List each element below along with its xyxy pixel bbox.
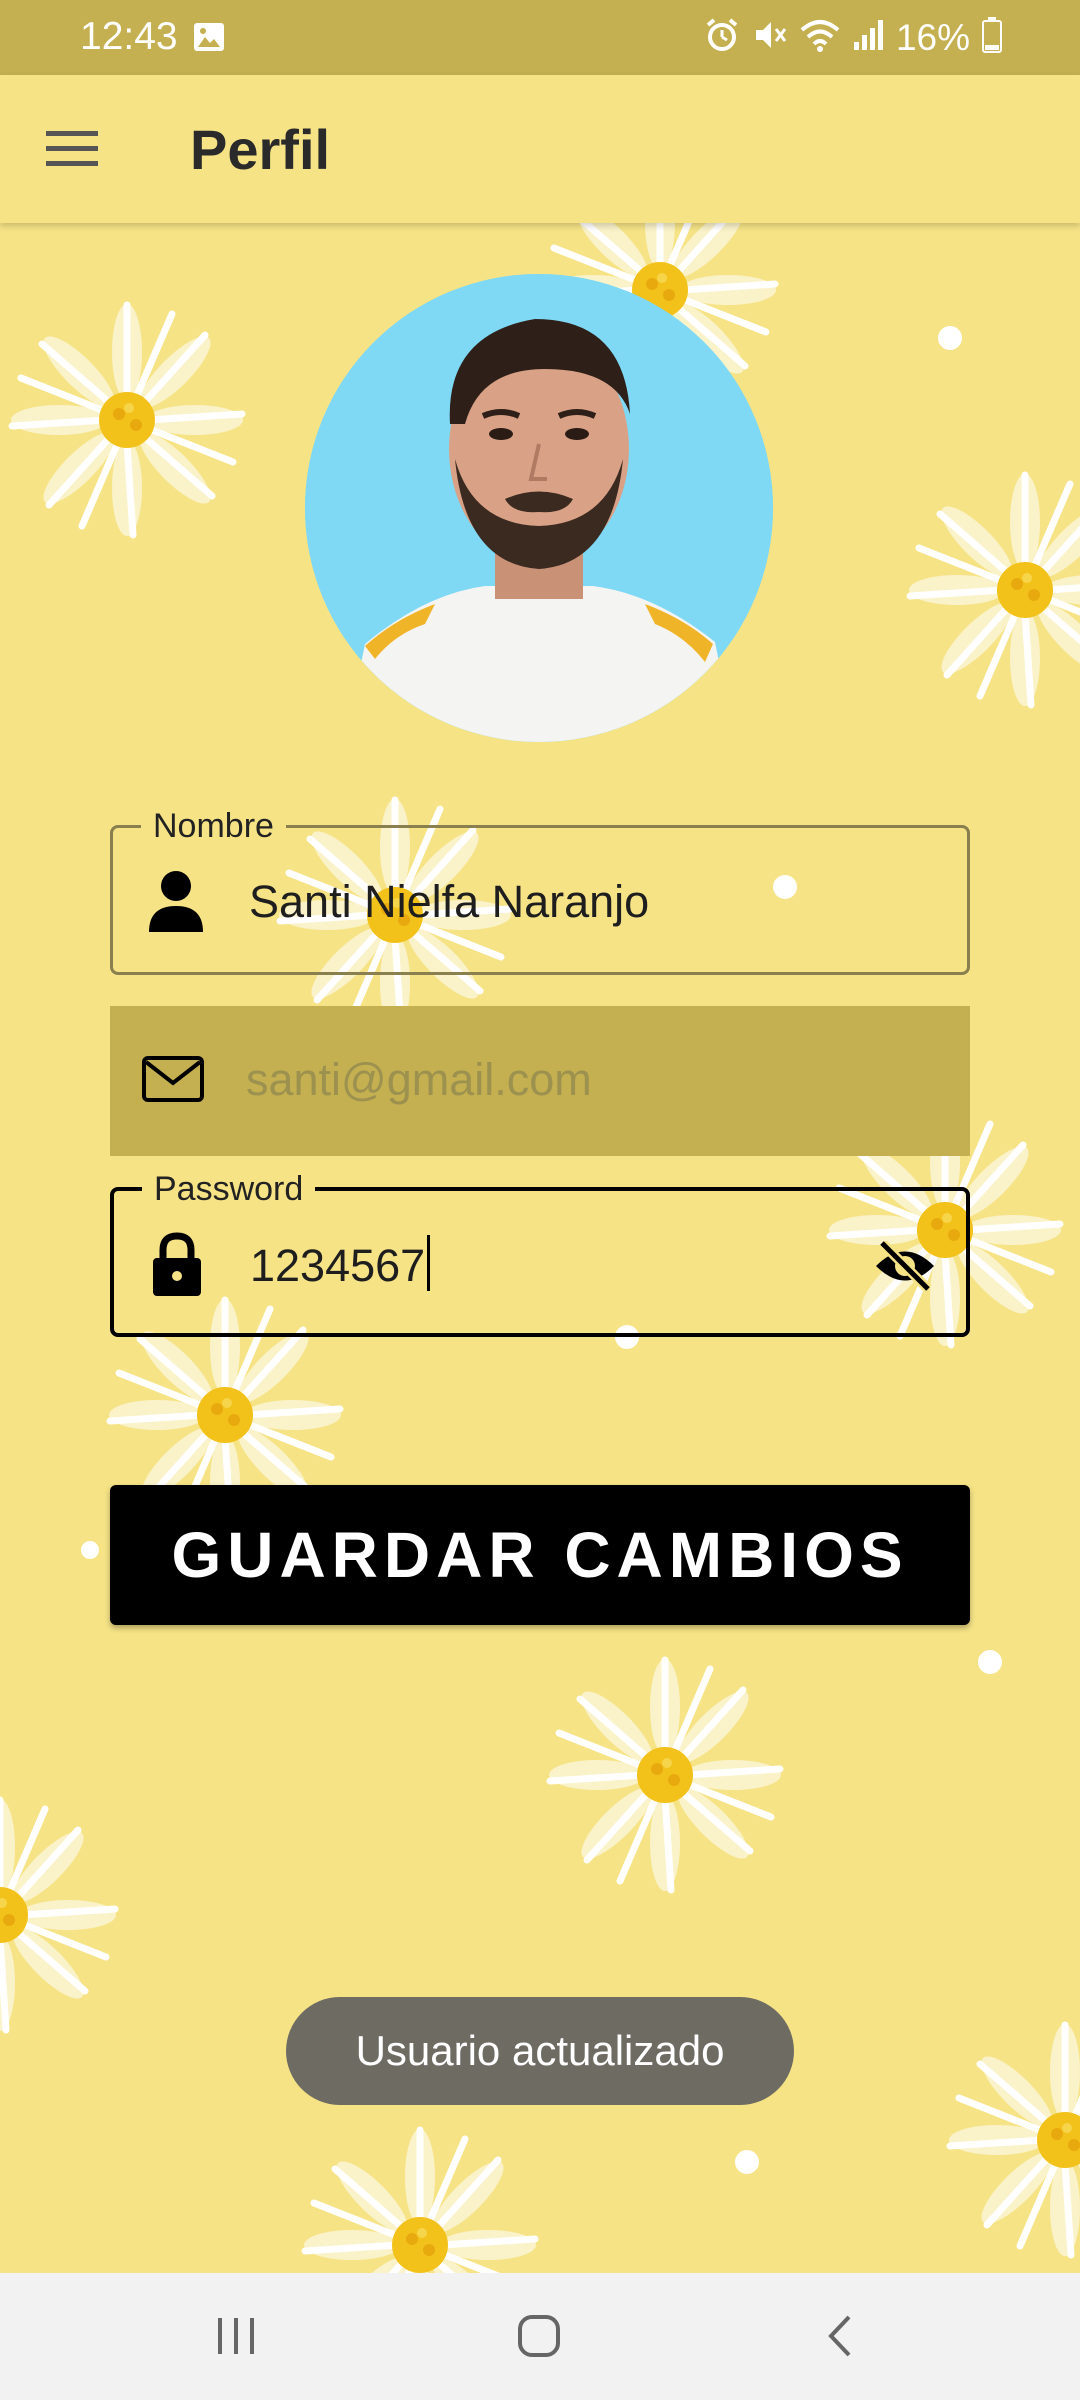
person-icon bbox=[143, 868, 209, 934]
back-icon bbox=[828, 2315, 851, 2357]
password-input[interactable]: 1234567 bbox=[250, 1235, 431, 1296]
password-value: 1234567 bbox=[250, 1240, 426, 1291]
name-field-label: Nombre bbox=[141, 804, 286, 848]
mail-icon bbox=[140, 1046, 206, 1112]
email-field[interactable]: santi@gmail.com bbox=[110, 1006, 970, 1156]
toast-message: Usuario actualizado bbox=[286, 1997, 794, 2105]
save-changes-button[interactable]: GUARDAR CAMBIOS bbox=[110, 1485, 970, 1625]
name-input[interactable]: Santi Nielfa Naranjo bbox=[249, 872, 649, 932]
profile-photo bbox=[305, 274, 773, 742]
visibility-off-icon bbox=[876, 1241, 934, 1291]
app-bar: Perfil bbox=[0, 75, 1080, 223]
image-icon bbox=[192, 20, 226, 59]
home-icon bbox=[518, 2315, 560, 2357]
text-cursor bbox=[427, 1235, 431, 1291]
email-input[interactable]: santi@gmail.com bbox=[246, 1050, 592, 1110]
recents-icon bbox=[218, 2318, 254, 2354]
alarm-icon bbox=[704, 17, 740, 58]
menu-button[interactable] bbox=[32, 117, 112, 181]
status-time: 12:43 bbox=[80, 15, 178, 58]
signal-icon bbox=[852, 18, 884, 57]
mute-icon bbox=[752, 17, 788, 58]
status-bar: 12:43 16% bbox=[0, 0, 1080, 75]
page-title: Perfil bbox=[190, 118, 331, 181]
recents-button[interactable] bbox=[186, 2301, 286, 2371]
system-nav-bar bbox=[0, 2273, 1080, 2400]
hamburger-menu-icon bbox=[46, 131, 98, 166]
profile-screen: 12:43 16% Perfil Nombre Santi Nielfa Nar… bbox=[0, 0, 1080, 2400]
password-visibility-toggle[interactable] bbox=[870, 1231, 940, 1301]
back-button[interactable] bbox=[790, 2301, 890, 2371]
wifi-icon bbox=[800, 18, 840, 57]
password-field[interactable]: Password 1234567 bbox=[110, 1167, 970, 1337]
battery-icon bbox=[982, 17, 1002, 58]
home-button[interactable] bbox=[489, 2301, 589, 2371]
avatar[interactable] bbox=[305, 274, 773, 742]
status-icons: 16% bbox=[704, 10, 1002, 65]
battery-percent: 16% bbox=[895, 16, 970, 58]
name-field[interactable]: Nombre Santi Nielfa Naranjo bbox=[110, 804, 970, 975]
password-field-label: Password bbox=[142, 1167, 316, 1211]
lock-icon bbox=[144, 1231, 210, 1297]
